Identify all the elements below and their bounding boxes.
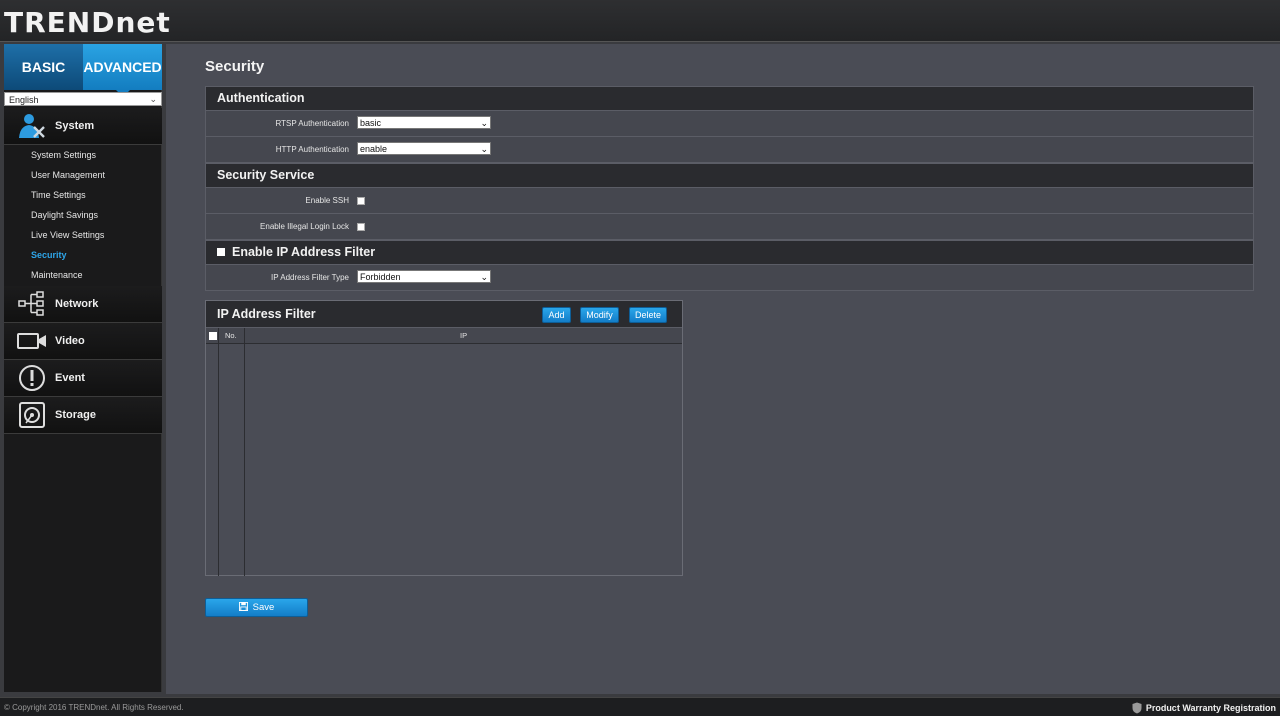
enable-ip-filter-label: Enable IP Address Filter: [232, 245, 376, 259]
sidebar-category-system[interactable]: System: [4, 108, 162, 145]
network-icon: [14, 289, 50, 319]
language-select[interactable]: English ⌄: [4, 92, 162, 106]
rtsp-authentication-value: basic: [360, 118, 382, 128]
ip-filter-list-panel: IP Address Filter Add Modify Delete No. …: [205, 300, 683, 576]
http-authentication-value: enable: [360, 144, 388, 154]
sidebar-category-video[interactable]: Video: [4, 323, 162, 360]
sidebar-category-label: System: [55, 120, 95, 132]
shield-icon: [1132, 702, 1142, 714]
warranty-registration-link[interactable]: Product Warranty Registration: [1132, 702, 1276, 714]
column-ip: IP: [460, 331, 468, 340]
mode-tabs: BASIC ADVANCED: [4, 44, 162, 97]
sidebar-item-daylight-savings[interactable]: Daylight Savings: [4, 205, 162, 225]
chevron-down-icon: ⌄: [480, 272, 488, 282]
page-title: Security: [205, 58, 265, 75]
chevron-down-icon: ⌄: [480, 118, 488, 128]
chevron-down-icon: ⌄: [480, 144, 488, 154]
tab-advanced[interactable]: ADVANCED: [83, 44, 162, 97]
sidebar: BASIC ADVANCED English ⌄ System System S…: [4, 44, 162, 692]
illegal-login-lock-checkbox[interactable]: [357, 223, 365, 231]
row-illegal-login-lock: Enable Illegal Login Lock: [205, 214, 1254, 240]
modify-button[interactable]: Modify: [580, 307, 619, 323]
row-enable-ssh: Enable SSH: [205, 188, 1254, 214]
rtsp-authentication-select[interactable]: basic ⌄: [357, 116, 491, 129]
sidebar-item-user-management[interactable]: User Management: [4, 165, 162, 185]
illegal-login-lock-label: Enable Illegal Login Lock: [260, 222, 349, 231]
ip-filter-type-label: IP Address Filter Type: [271, 273, 349, 282]
section-authentication: Authentication: [205, 86, 1254, 111]
video-camera-icon: [14, 326, 50, 356]
ip-filter-type-select[interactable]: Forbidden ⌄: [357, 270, 491, 283]
warranty-registration-label: Product Warranty Registration: [1145, 703, 1276, 713]
tab-basic[interactable]: BASIC: [4, 44, 83, 90]
save-button-label: Save: [252, 602, 275, 613]
row-ip-filter-type: IP Address Filter Type Forbidden ⌄: [205, 265, 1254, 291]
sidebar-item-system-settings[interactable]: System Settings: [4, 145, 162, 165]
sidebar-item-maintenance[interactable]: Maintenance: [4, 265, 162, 285]
sidebar-category-label: Video: [55, 335, 85, 347]
sidebar-category-label: Storage: [55, 409, 96, 421]
row-rtsp-authentication: RTSP Authentication basic ⌄: [205, 111, 1254, 137]
chevron-down-icon: ⌄: [149, 94, 157, 104]
http-authentication-label: HTTP Authentication: [275, 145, 349, 154]
system-submenu: System Settings User Management Time Set…: [4, 145, 162, 285]
delete-button[interactable]: Delete: [629, 307, 667, 323]
sidebar-category-label: Event: [55, 372, 85, 384]
sidebar-category-label: Network: [55, 298, 99, 310]
ip-filter-list-title: IP Address Filter: [217, 307, 316, 321]
column-divider: [219, 328, 245, 576]
http-authentication-select[interactable]: enable ⌄: [357, 142, 491, 155]
floppy-disk-icon: [238, 602, 248, 611]
copyright-text: © Copyright 2016 TRENDnet. All Rights Re…: [4, 703, 184, 712]
trendnet-logo: TRENDnet: [4, 6, 171, 39]
sidebar-category-event[interactable]: Event: [4, 360, 162, 397]
enable-ssh-label: Enable SSH: [305, 196, 349, 205]
language-value: English: [9, 95, 39, 105]
system-user-icon: [14, 111, 50, 141]
ip-table-header: No. IP: [206, 328, 682, 344]
section-ip-filter: Enable IP Address Filter: [205, 240, 1254, 265]
top-header: TRENDnet: [0, 0, 1280, 42]
ip-filter-list-header: IP Address Filter Add Modify Delete: [206, 301, 682, 328]
rtsp-authentication-label: RTSP Authentication: [275, 119, 349, 128]
add-button[interactable]: Add: [542, 307, 571, 323]
enable-ip-filter-checkbox[interactable]: [217, 247, 225, 256]
ip-filter-type-value: Forbidden: [360, 272, 401, 282]
main-content: Security Authentication RTSP Authenticat…: [166, 44, 1280, 694]
row-http-authentication: HTTP Authentication enable ⌄: [205, 137, 1254, 163]
footer: © Copyright 2016 TRENDnet. All Rights Re…: [0, 697, 1280, 716]
section-security-service: Security Service: [205, 163, 1254, 188]
sidebar-category-storage[interactable]: Storage: [4, 397, 162, 434]
sidebar-item-time-settings[interactable]: Time Settings: [4, 185, 162, 205]
sidebar-item-live-view-settings[interactable]: Live View Settings: [4, 225, 162, 245]
storage-disk-icon: [14, 400, 50, 430]
alert-icon: [14, 363, 50, 393]
sidebar-item-security[interactable]: Security: [4, 245, 162, 265]
column-divider: [206, 328, 219, 576]
sidebar-category-network[interactable]: Network: [4, 286, 162, 323]
save-button[interactable]: Save: [205, 598, 308, 617]
enable-ssh-checkbox[interactable]: [357, 197, 365, 205]
